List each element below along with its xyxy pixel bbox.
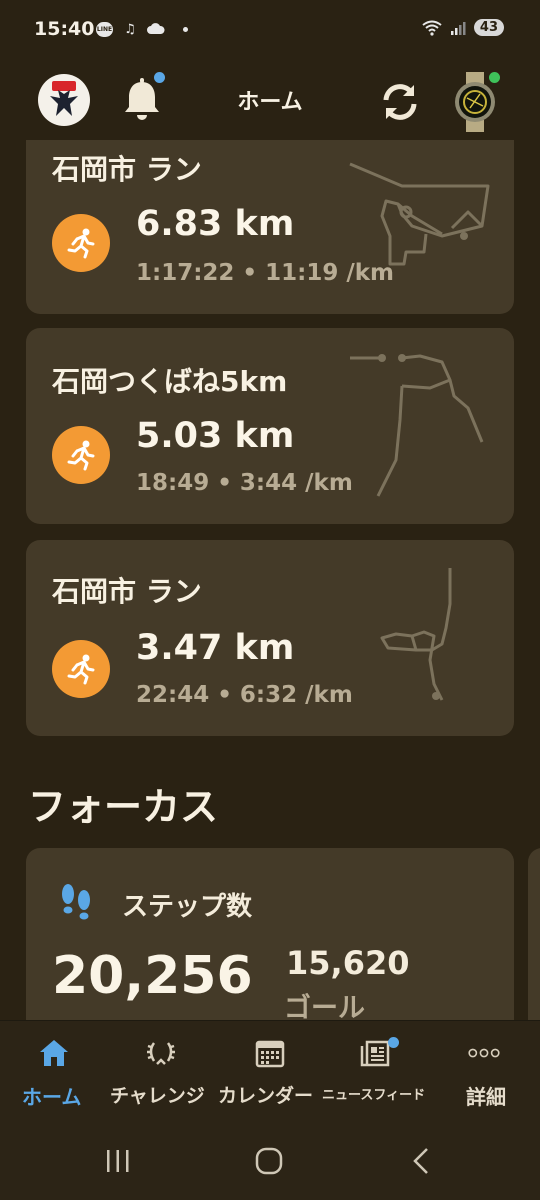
activity-type-badge	[52, 214, 110, 272]
home-icon	[40, 1040, 68, 1066]
activity-name: 石岡市 ラン	[52, 153, 202, 186]
route-map-thumbnail	[349, 162, 490, 266]
focus-section-title: フォーカス	[28, 785, 219, 829]
steps-label: ステップ数	[122, 892, 253, 922]
home-button[interactable]	[254, 1147, 284, 1175]
nav-item-calendar[interactable]: カレンダー	[218, 1021, 322, 1121]
bottom-navigation: ホーム チャレンジ カレンダー ニュースフィード 詳細	[0, 1020, 540, 1121]
activity-type-badge	[52, 426, 110, 484]
nav-item-newsfeed[interactable]: ニュースフィード	[322, 1021, 436, 1121]
steps-goal-value: 15,620	[286, 944, 410, 982]
status-time: 15:40	[34, 18, 95, 40]
recent-apps-button[interactable]	[104, 1148, 132, 1174]
route-map-thumbnail	[350, 354, 484, 497]
activity-distance: 6.83 km	[136, 204, 295, 244]
sync-icon[interactable]	[378, 80, 422, 124]
weather-icon	[147, 20, 165, 38]
status-system-icons: 43	[422, 19, 504, 36]
newsfeed-badge-dot	[388, 1037, 399, 1048]
activity-summary: 18:49 • 3:44 /km	[136, 470, 353, 496]
next-focus-card[interactable]	[528, 848, 540, 1038]
footprints-icon	[62, 884, 90, 920]
nav-label: ホーム	[22, 1085, 82, 1109]
activity-type-badge	[52, 640, 110, 698]
running-icon	[67, 228, 95, 259]
back-button[interactable]	[410, 1147, 432, 1175]
system-navigation-bar	[0, 1120, 540, 1200]
running-icon	[67, 654, 95, 685]
battery-indicator: 43	[473, 19, 504, 36]
activity-distance: 3.47 km	[136, 628, 295, 668]
steps-value: 20,256	[52, 946, 253, 1006]
laurel-icon	[147, 1042, 175, 1065]
route-map-thumbnail	[380, 568, 452, 701]
activity-summary: 22:44 • 6:32 /km	[136, 682, 353, 708]
line-app-icon: LINE	[96, 21, 113, 37]
music-note-icon: ♫	[124, 21, 136, 37]
nav-label: チャレンジ	[110, 1085, 205, 1107]
nav-label: 詳細	[466, 1085, 506, 1109]
activity-card[interactable]: 石岡市 ラン 6.83 km 1:17:22 • 11:19 /km	[26, 118, 514, 314]
status-notification-icons: LINE ♫	[96, 20, 188, 38]
activity-card[interactable]: 石岡市 ラン 3.47 km 22:44 • 6:32 /km	[26, 540, 514, 736]
activity-card[interactable]: 石岡つくばね5km 5.03 km 18:49 • 3:44 /km	[26, 328, 514, 524]
activity-name: 石岡つくばね5km	[52, 365, 288, 398]
signal-icon	[450, 21, 466, 35]
nav-label: カレンダー	[218, 1085, 314, 1107]
wifi-icon	[422, 20, 442, 36]
more-icon	[468, 1048, 500, 1058]
activity-distance: 5.03 km	[136, 416, 295, 456]
nav-label: ニュースフィード	[322, 1088, 426, 1103]
calendar-icon	[255, 1040, 285, 1068]
nav-item-challenges[interactable]: チャレンジ	[108, 1021, 218, 1121]
running-icon	[67, 440, 95, 471]
app-header: ホーム	[0, 62, 540, 140]
nav-item-home[interactable]: ホーム	[14, 1021, 98, 1121]
nav-item-more[interactable]: 詳細	[446, 1021, 530, 1121]
more-notifications-dot	[183, 26, 188, 32]
activity-name: 石岡市 ラン	[52, 575, 202, 608]
bell-badge-dot	[154, 72, 165, 83]
status-bar: 15:40 LINE ♫ 43	[0, 0, 540, 62]
device-connected-dot	[489, 72, 500, 83]
steps-card[interactable]: ステップ数 20,256 15,620 ゴール	[26, 848, 514, 1038]
